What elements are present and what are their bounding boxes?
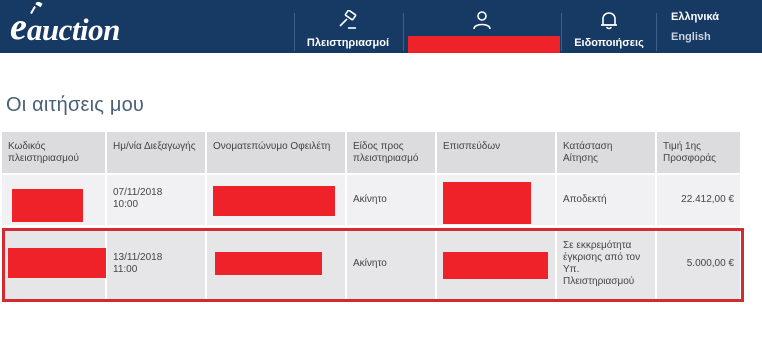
redacted-petitioner bbox=[443, 182, 531, 224]
logo-word: auction bbox=[26, 12, 120, 47]
header-date: Ημ/νία Διεξαγωγής bbox=[107, 132, 207, 173]
nav-separator bbox=[656, 13, 657, 51]
cell-first-bid-price: 22.412,00 € bbox=[681, 194, 734, 205]
cell-date: 13/11/2018 11:00 bbox=[107, 229, 207, 299]
cell-application-status: Αποδεκτή bbox=[557, 175, 657, 225]
header-petitioner: Επισπεύδων bbox=[437, 132, 557, 173]
nav-separator bbox=[561, 13, 562, 51]
cell-date: 07/11/2018 10:00 bbox=[107, 175, 207, 225]
redacted-auction-code bbox=[8, 248, 106, 278]
nav-notifications-label: Ειδοποιήσεις bbox=[574, 37, 644, 49]
header-auction-code: Κωδικός πλειστηριασμού bbox=[2, 132, 107, 173]
cell-item-type: Ακίνητο bbox=[347, 229, 437, 299]
cell-first-bid-price: 5.000,00 € bbox=[686, 258, 734, 269]
header-item-type: Είδος προς πλειστηριασμό bbox=[347, 132, 437, 173]
nav-auctions-label: Πλειστηριασμοί bbox=[306, 37, 390, 49]
top-navigation-bar: e auction Πλειστηριασμοί Ειδοποιήσεις Ελ… bbox=[0, 0, 762, 53]
cell-application-status: Σε εκκρεμότητα έγκρισης από τον Υπ. Πλει… bbox=[557, 229, 657, 299]
language-english[interactable]: English bbox=[671, 31, 711, 43]
logo-e: e bbox=[10, 6, 27, 48]
nav-auctions[interactable]: Πλειστηριασμοί bbox=[294, 0, 402, 53]
header-application-status: Κατάσταση Αίτησης bbox=[557, 132, 657, 173]
eauction-logo[interactable]: e auction bbox=[10, 2, 120, 48]
redacted-debtor-name bbox=[215, 252, 322, 275]
table-header-row: Κωδικός πλειστηριασμού Ημ/νία Διεξαγωγής… bbox=[2, 132, 740, 173]
user-icon bbox=[473, 11, 491, 30]
redacted-username bbox=[408, 36, 560, 53]
nav-notifications[interactable]: Ειδοποιήσεις bbox=[563, 0, 655, 53]
bell-icon bbox=[601, 12, 617, 30]
table-row[interactable]: 07/11/2018 10:00 Ακίνητο Αποδεκτή 22.412… bbox=[2, 175, 740, 225]
redacted-debtor-name bbox=[213, 186, 335, 216]
redacted-petitioner bbox=[443, 252, 548, 279]
page-title: Οι αιτήσεις μου bbox=[6, 94, 145, 116]
cell-item-type: Ακίνητο bbox=[347, 175, 437, 225]
redacted-auction-code bbox=[12, 189, 83, 222]
gavel-icon bbox=[339, 10, 357, 29]
header-first-bid-price: Τιμή 1ης Προσφοράς bbox=[663, 141, 716, 164]
logo-gavel-icon bbox=[30, 2, 43, 14]
language-greek[interactable]: Ελληνικά bbox=[671, 11, 719, 23]
header-debtor-name: Ονοματεπώνυμο Οφειλέτη bbox=[207, 132, 347, 173]
table-row[interactable]: 13/11/2018 11:00 Ακίνητο Σε εκκρεμότητα … bbox=[2, 229, 740, 299]
